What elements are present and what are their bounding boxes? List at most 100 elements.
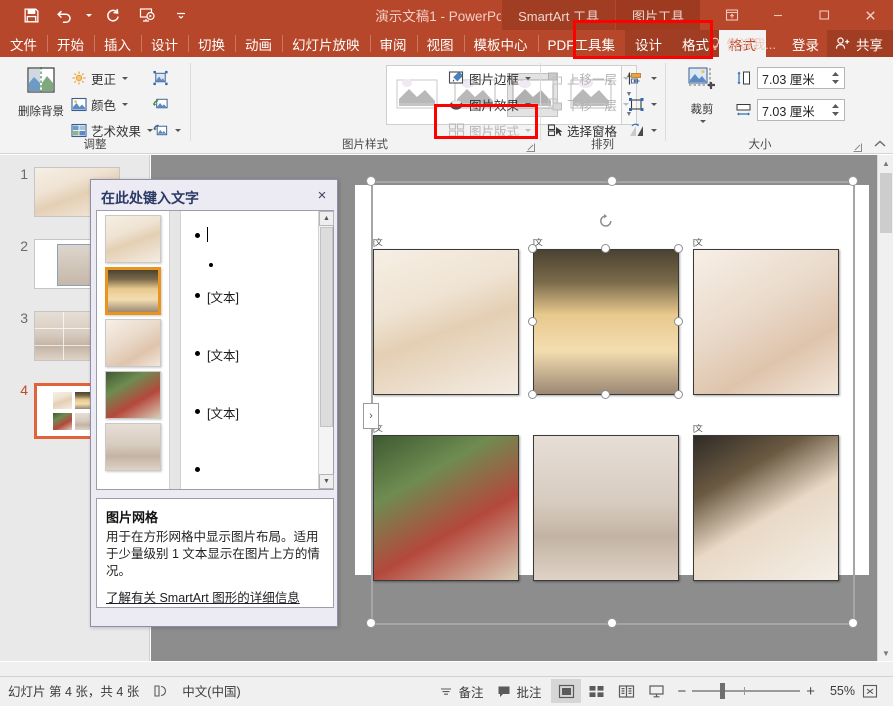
compress-pictures-button[interactable] — [152, 66, 169, 90]
smartart-handle-bl[interactable] — [366, 618, 376, 628]
notes-button[interactable]: 备注 — [439, 682, 483, 701]
redo-icon[interactable] — [96, 2, 130, 28]
tab-view[interactable]: 视图 — [416, 30, 464, 57]
smartart-handle-tl[interactable] — [366, 176, 376, 186]
change-picture-button[interactable] — [152, 92, 169, 116]
picture-handle-mr[interactable] — [674, 317, 683, 326]
picture-handle-bc[interactable] — [601, 390, 610, 399]
tab-animations[interactable]: 动画 — [235, 30, 282, 57]
picture-handle-tr[interactable] — [674, 244, 683, 253]
slideshow-view-button[interactable] — [641, 679, 671, 703]
align-button[interactable] — [628, 66, 657, 90]
customize-qat-icon[interactable] — [164, 2, 198, 28]
zoom-slider[interactable]: − + — [677, 683, 815, 700]
slide-vertical-scrollbar[interactable]: ▲ ▼ — [877, 155, 893, 661]
bring-forward-button[interactable]: 上移一层 — [546, 66, 630, 90]
ribbon-display-options-icon[interactable] — [709, 0, 755, 30]
size-dialog-launcher[interactable] — [852, 140, 863, 152]
text-pane-thumbnail-1[interactable] — [105, 267, 161, 315]
picture-handle-br[interactable] — [674, 390, 683, 399]
cell-picture[interactable] — [533, 249, 679, 395]
picture-styles-dialog-launcher[interactable] — [525, 140, 536, 152]
sign-in-button[interactable]: 登录 — [784, 34, 827, 54]
language-label[interactable]: 中文(中国) — [182, 681, 240, 700]
undo-icon[interactable] — [48, 2, 82, 28]
scrollbar-thumb[interactable] — [880, 173, 892, 233]
chevron-down-icon[interactable] — [175, 128, 181, 132]
corrections-button[interactable]: 更正 — [70, 66, 129, 90]
scroll-down-icon[interactable]: ▼ — [319, 474, 334, 489]
comments-button[interactable]: 批注 — [497, 682, 541, 701]
group-button[interactable] — [628, 92, 657, 116]
text-pane-bullet-2[interactable]: [文本] — [195, 287, 239, 306]
zoom-out-button[interactable]: − — [677, 683, 686, 700]
tab-home[interactable]: 开始 — [47, 30, 94, 57]
collapse-ribbon-button[interactable] — [873, 136, 887, 150]
remove-background-button[interactable]: 删除背景 — [4, 63, 78, 119]
tab-slideshow[interactable]: 幻灯片放映 — [282, 30, 370, 57]
text-pane-bullet-4[interactable]: [文本] — [195, 403, 239, 422]
text-pane-bullet-list[interactable]: [文本] [文本] [文本] — [181, 211, 318, 489]
color-button[interactable]: 颜色 — [70, 92, 129, 116]
chevron-down-icon[interactable] — [700, 120, 706, 123]
scrollbar-thumb[interactable] — [320, 227, 333, 427]
fit-slide-button[interactable] — [855, 679, 885, 703]
picture-handle-bl[interactable] — [528, 390, 537, 399]
slide-sorter-view-button[interactable] — [581, 679, 611, 703]
smartart-handle-tc[interactable] — [607, 176, 617, 186]
text-pane-toggle-button[interactable]: › — [363, 403, 379, 429]
accessibility-check-icon[interactable] — [153, 684, 168, 698]
crop-button[interactable]: 裁剪 — [673, 65, 731, 123]
tell-me-box[interactable]: 告诉我... — [701, 34, 784, 53]
rotation-handle-icon[interactable] — [598, 213, 614, 229]
cell-picture[interactable] — [693, 249, 839, 395]
undo-dropdown-icon[interactable] — [82, 2, 96, 28]
cell-picture[interactable] — [693, 435, 839, 581]
zoom-track[interactable] — [692, 683, 801, 699]
slide-position-label[interactable]: 幻灯片 第 4 张，共 4 张 — [8, 681, 139, 700]
tab-transitions[interactable]: 切换 — [188, 30, 235, 57]
picture-effects-button[interactable]: 图片效果 — [448, 92, 532, 116]
picture-handle-tc[interactable] — [601, 244, 610, 253]
chevron-down-icon[interactable] — [525, 76, 532, 80]
start-slideshow-icon[interactable] — [130, 2, 164, 28]
text-pane-thumbnail-4[interactable] — [105, 423, 161, 471]
chevron-down-icon[interactable] — [651, 76, 657, 80]
tab-design[interactable]: 设计 — [141, 30, 188, 57]
tab-review[interactable]: 审阅 — [369, 30, 417, 57]
cell-picture[interactable] — [373, 249, 519, 395]
maximize-icon[interactable] — [801, 0, 847, 30]
close-icon[interactable]: × — [313, 186, 331, 204]
picture-border-button[interactable]: 图片边框 — [448, 66, 532, 90]
picture-handle-tl[interactable] — [528, 244, 537, 253]
tab-template-center[interactable]: 模板中心 — [463, 30, 538, 57]
zoom-level-label[interactable]: 55% — [821, 684, 855, 698]
save-icon[interactable] — [14, 2, 48, 28]
text-pane-bullet-0[interactable] — [195, 227, 215, 242]
text-pane-bullet-3[interactable]: [文本] — [195, 345, 239, 364]
reading-view-button[interactable] — [611, 679, 641, 703]
text-pane-scrollbar[interactable]: ▲ ▼ — [318, 211, 334, 489]
shape-width-input[interactable]: 7.03 厘米 — [757, 99, 845, 121]
smartart-handle-bc[interactable] — [607, 618, 617, 628]
text-pane-thumbnail-3[interactable] — [105, 371, 161, 419]
chevron-down-icon[interactable] — [122, 76, 129, 80]
smartart-learn-more-link[interactable]: 了解有关 SmartArt 图形的详细信息 — [106, 587, 300, 606]
smartart-handle-br[interactable] — [848, 618, 858, 628]
tab-insert[interactable]: 插入 — [94, 30, 141, 57]
chevron-down-icon[interactable] — [122, 102, 129, 106]
cell-picture[interactable] — [533, 435, 679, 581]
close-icon[interactable] — [847, 0, 893, 30]
normal-view-button[interactable] — [551, 679, 582, 703]
zoom-knob[interactable] — [720, 683, 726, 699]
shape-height-stepper[interactable] — [831, 71, 840, 85]
send-backward-button[interactable]: 下移一层 — [546, 92, 630, 116]
slide-canvas[interactable]: [文本] [文本] — [355, 176, 869, 628]
picture-style-1[interactable] — [392, 73, 443, 117]
text-pane-thumbnail-2[interactable] — [105, 319, 161, 367]
smartart-text-pane[interactable]: 在此处键入文字 × [文本] [文本] [文本] ▲ ▼ 图片网格 用于在方形网… — [90, 179, 338, 627]
text-pane-thumbnail-0[interactable] — [105, 215, 161, 263]
chevron-down-icon[interactable] — [651, 128, 657, 132]
shape-width-stepper[interactable] — [831, 103, 840, 117]
share-button[interactable]: 共享 — [827, 30, 893, 57]
